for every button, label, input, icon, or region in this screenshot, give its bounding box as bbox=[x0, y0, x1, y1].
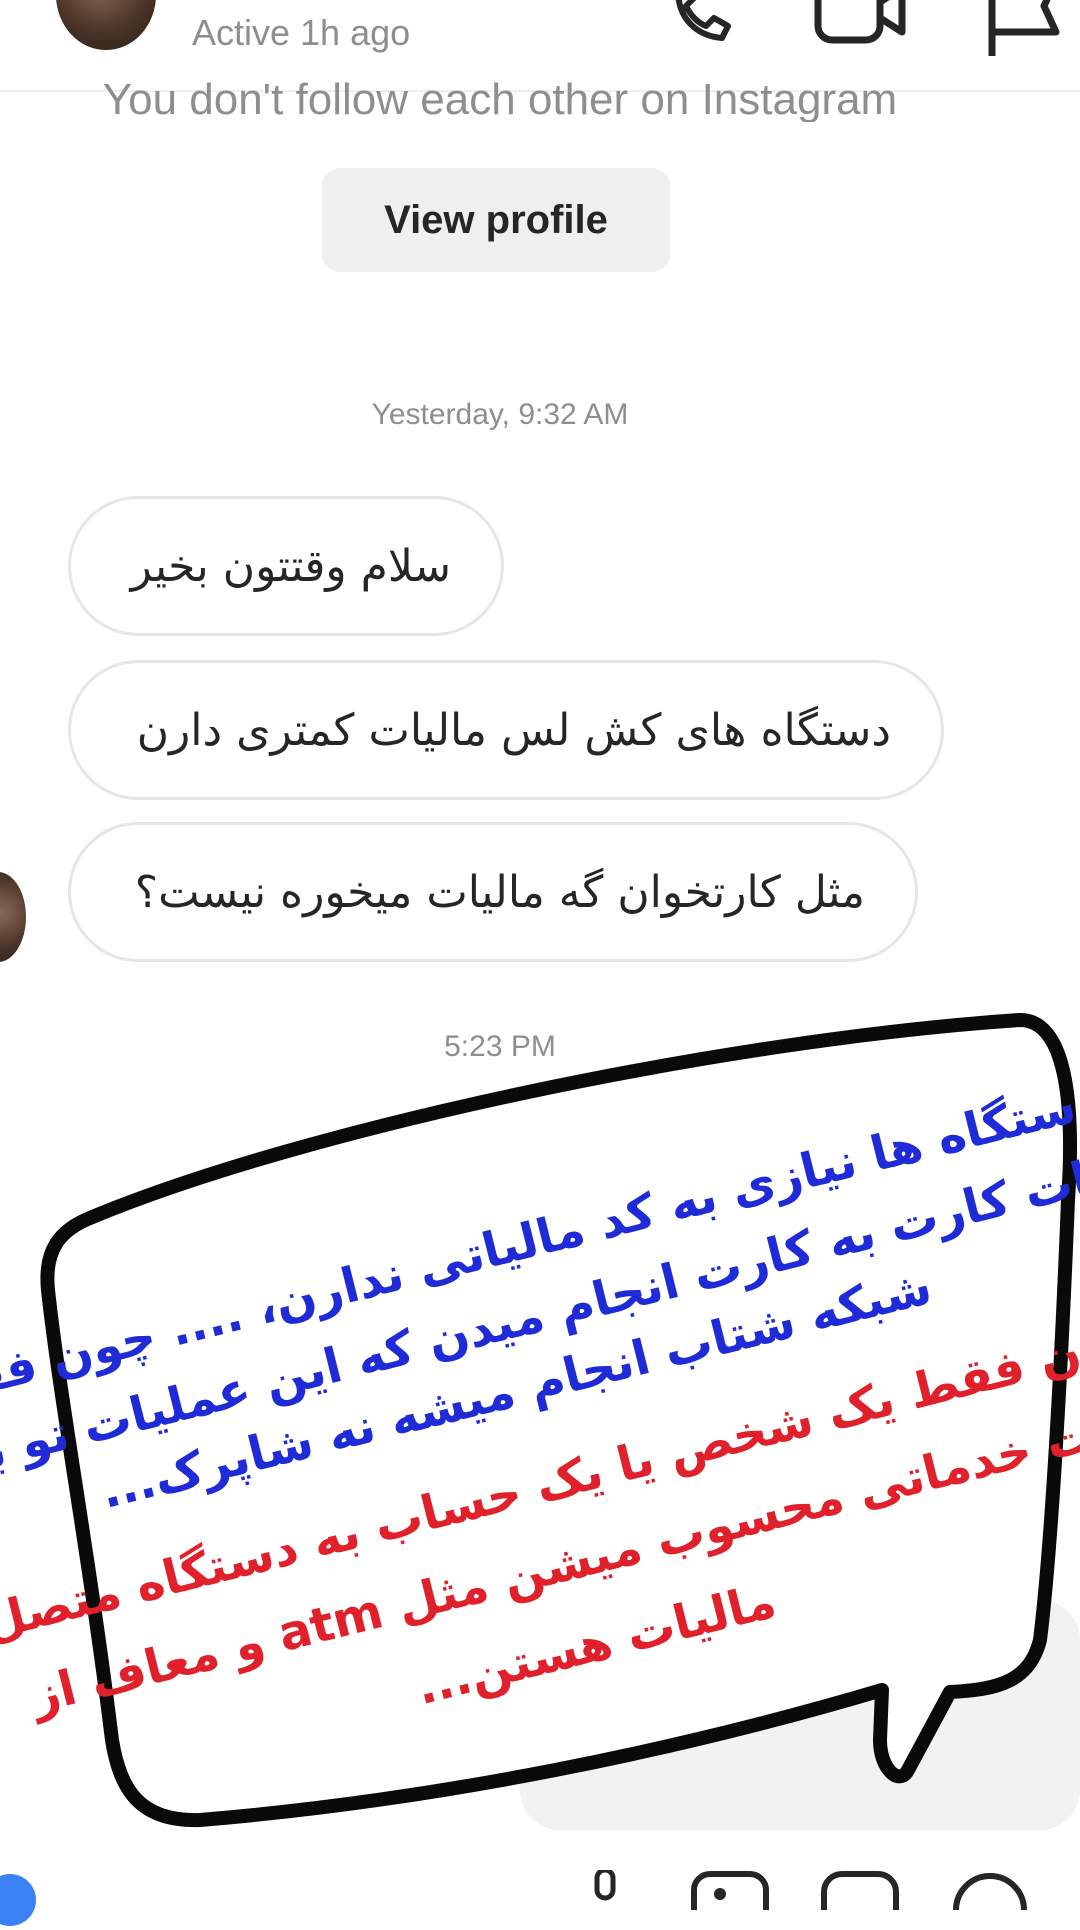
message-bubble[interactable]: دستگاه های کش لس مالیات کمتری دارن bbox=[68, 660, 944, 800]
timestamp-yesterday: Yesterday, 9:32 AM bbox=[371, 398, 629, 431]
partial-outgoing-bubble bbox=[520, 1600, 1080, 1830]
message-text: سلام وقتتون بخیر bbox=[130, 540, 451, 592]
overlay-line-red-1: و چون فقط یک شخص یا یک حساب به دستگاه مت… bbox=[0, 1297, 1080, 1651]
overlay-line-blue-3: شبکه شتاب انجام میشه نه شاپرک... bbox=[95, 1259, 937, 1520]
overlay-line-blue-2: عملیات کارت به کارت انجام میدن که این عم… bbox=[0, 1125, 1080, 1504]
flag-icon[interactable] bbox=[980, 0, 1080, 60]
plus-circle-icon[interactable] bbox=[950, 1870, 1030, 1910]
timestamp-today: 5:23 PM bbox=[444, 1030, 556, 1063]
video-camera-icon[interactable] bbox=[810, 0, 910, 60]
avatar[interactable] bbox=[56, 0, 156, 50]
follow-note: You don't follow each other on Instagram bbox=[102, 75, 898, 122]
message-text: مثل کارتخوان گه مالیات میخوره نیست؟ bbox=[134, 866, 865, 918]
phone-icon[interactable] bbox=[660, 0, 740, 50]
overlay-line-blue-1: این دستگاه ها نیازی به کد مالیاتی ندارن،… bbox=[0, 1049, 1080, 1419]
camera-icon[interactable] bbox=[0, 1870, 40, 1930]
message-bubble[interactable]: مثل کارتخوان گه مالیات میخوره نیست؟ bbox=[68, 822, 918, 962]
sender-avatar bbox=[0, 872, 26, 962]
microphone-icon[interactable] bbox=[585, 1870, 625, 1910]
sticker-icon[interactable] bbox=[820, 1870, 900, 1910]
message-text: دستگاه های کش لس مالیات کمتری دارن bbox=[136, 704, 891, 756]
message-composer bbox=[0, 1850, 1080, 1904]
active-status: Active 1h ago bbox=[192, 12, 411, 53]
view-profile-button[interactable]: View profile bbox=[322, 168, 670, 272]
message-bubble[interactable]: سلام وقتتون بخیر bbox=[68, 496, 504, 636]
gallery-icon[interactable] bbox=[690, 1870, 770, 1910]
